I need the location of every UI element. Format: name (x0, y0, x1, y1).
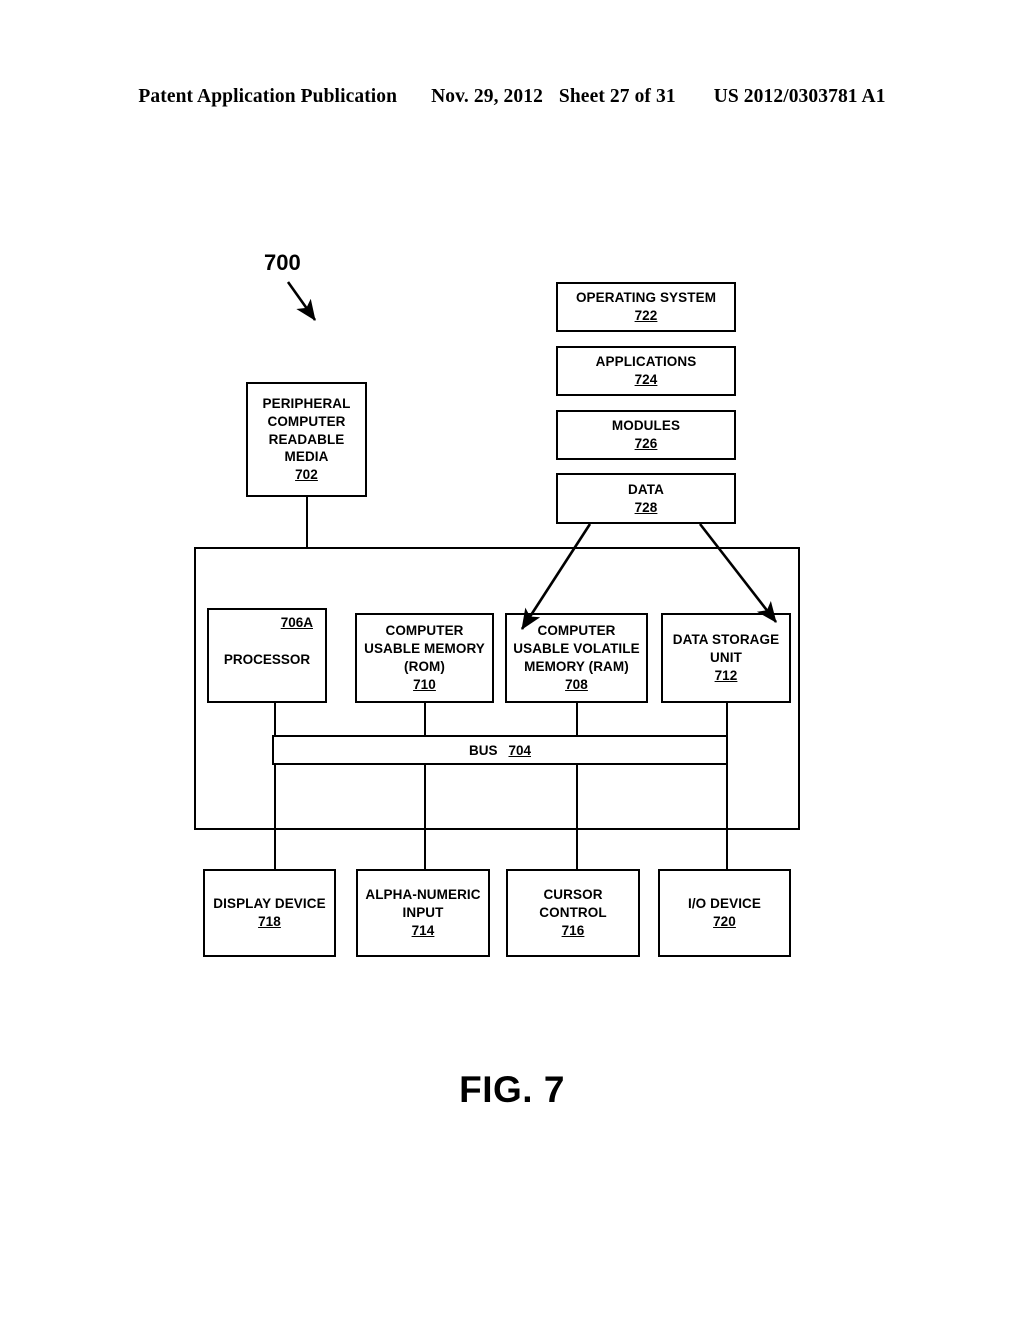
operating-system-label: OPERATING SYSTEM (575, 290, 717, 306)
peripheral-line-3: READABLE (268, 431, 345, 447)
connector-bus-to-alphanumeric-input (424, 765, 426, 870)
box-computer-usable-memory-rom: COMPUTER USABLE MEMORY (ROM) 710 (355, 613, 494, 703)
applications-ref: 724 (634, 372, 658, 387)
figure-callout-700: 700 (264, 250, 301, 275)
cursor-control-line-2: CONTROL (539, 905, 607, 921)
ram-ref: 708 (565, 676, 588, 692)
connector-processor-to-bus (274, 703, 276, 737)
rom-line-2: USABLE MEMORY (364, 641, 485, 657)
peripheral-line-4: MEDIA (284, 449, 329, 465)
figure-caption: FIG. 7 (459, 1069, 565, 1110)
display-device-ref: 718 (258, 914, 281, 929)
ram-line-3: MEMORY (RAM) (524, 659, 629, 674)
applications-label: APPLICATIONS (595, 354, 697, 370)
connector-ram-to-bus (576, 703, 578, 737)
box-data-storage-unit: DATA STORAGE UNIT 712 (661, 613, 791, 703)
data-storage-line-2: UNIT (710, 650, 742, 666)
operating-system-ref: 722 (634, 308, 658, 323)
box-alphanumeric-input: ALPHA-NUMERIC INPUT 714 (356, 869, 490, 957)
modules-ref: 726 (634, 436, 658, 451)
bus-bar: BUS 704 (272, 735, 728, 765)
alphanumeric-input-line-2: INPUT (402, 905, 444, 921)
io-device-line-1: I/O DEVICE (687, 896, 761, 912)
box-io-device: I/O DEVICE 720 (658, 869, 791, 957)
display-device-line-1: DISPLAY DEVICE (213, 896, 326, 912)
box-peripheral-computer-readable-media: PERIPHERAL COMPUTER READABLE MEDIA 702 (246, 382, 367, 497)
bus-label: BUS (468, 742, 498, 758)
connector-peripheral-to-container (306, 497, 308, 547)
io-device-ref: 720 (713, 914, 736, 929)
alphanumeric-input-ref: 714 (411, 922, 435, 938)
rom-ref: 710 (413, 676, 436, 692)
connector-bus-to-display-device (274, 765, 276, 870)
data-ref: 728 (634, 499, 658, 515)
bus-ref: 704 (508, 742, 532, 758)
ram-line-1: COMPUTER (537, 623, 616, 639)
box-applications: APPLICATIONS 724 (556, 346, 736, 396)
data-storage-ref: 712 (714, 667, 738, 683)
processor-sheet-706a: 706A PROCESSOR (207, 608, 327, 703)
modules-label: MODULES (611, 418, 681, 434)
cursor-control-ref: 716 (561, 922, 585, 938)
box-computer-usable-volatile-memory-ram: COMPUTER USABLE VOLATILE MEMORY (RAM) 70… (505, 613, 648, 703)
rom-line-3: (ROM) (404, 659, 445, 674)
rom-line-1: COMPUTER (385, 623, 464, 639)
connector-bus-to-cursor-control (576, 765, 578, 870)
cursor-control-line-1: CURSOR (543, 887, 603, 903)
ram-line-2: USABLE VOLATILE (513, 641, 640, 657)
box-display-device: DISPLAY DEVICE 718 (203, 869, 336, 957)
data-storage-line-1: DATA STORAGE (672, 632, 780, 648)
data-label: DATA (628, 481, 664, 497)
connector-data-storage-to-bus (726, 703, 728, 737)
box-operating-system: OPERATING SYSTEM 722 (556, 282, 736, 332)
peripheral-ref: 702 (295, 467, 318, 483)
box-data: DATA 728 (556, 473, 736, 524)
peripheral-line-1: PERIPHERAL (262, 395, 351, 411)
alphanumeric-input-line-1: ALPHA-NUMERIC (365, 887, 481, 903)
peripheral-line-2: COMPUTER (267, 413, 346, 429)
callout-700-arrow (286, 281, 317, 321)
connector-bus-to-io-device (726, 765, 728, 870)
processor-label: PROCESSOR (223, 652, 311, 667)
patent-figure-7: 700 OPERATING SYSTEM 722 APPLICATIONS 72… (0, 0, 1024, 1320)
box-cursor-control: CURSOR CONTROL 716 (506, 869, 640, 957)
processor-ref-706a: 706A (280, 615, 313, 630)
box-modules: MODULES 726 (556, 410, 736, 460)
connector-rom-to-bus (424, 703, 426, 737)
